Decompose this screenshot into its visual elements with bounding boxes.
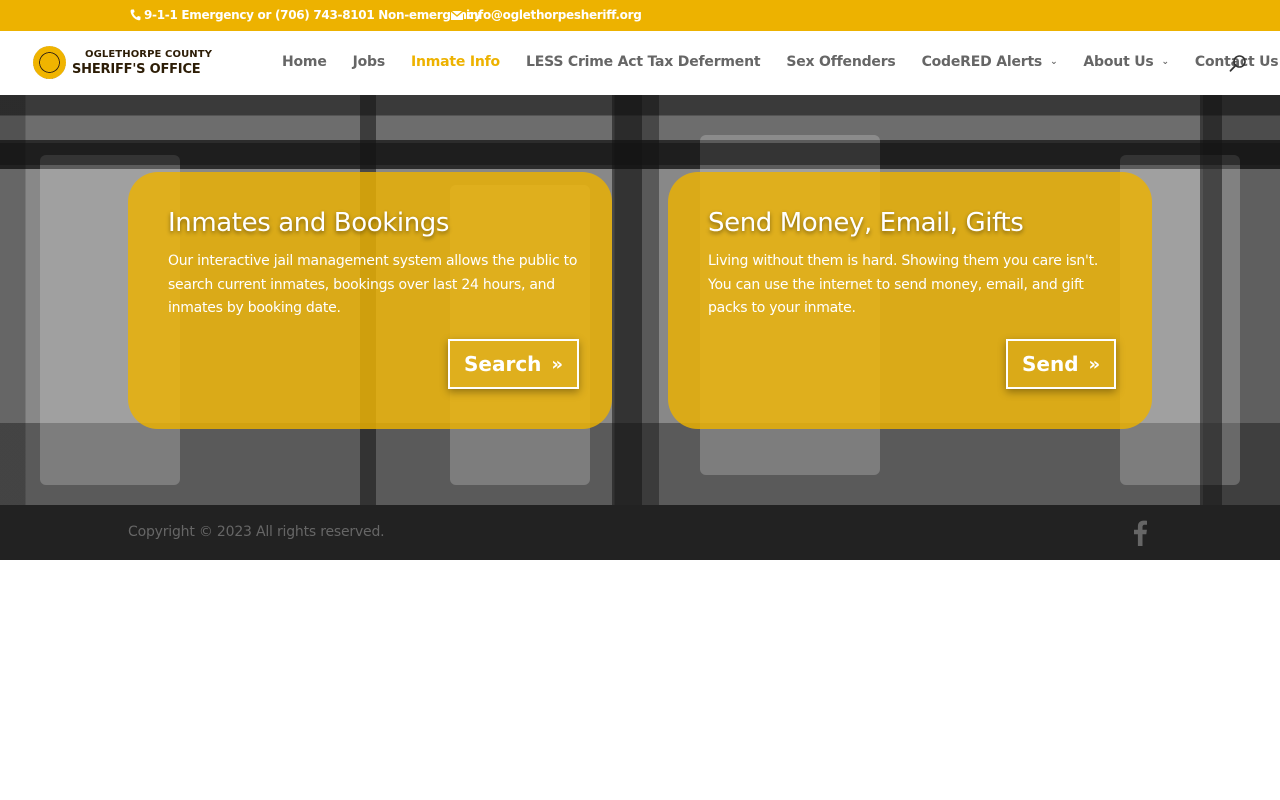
nav-inmate-info-label: Inmate Info bbox=[411, 54, 500, 70]
site-footer: Copyright © 2023 All rights reserved. bbox=[0, 505, 1280, 560]
nav-jobs-label: Jobs bbox=[352, 54, 386, 70]
window-bar bbox=[612, 95, 642, 505]
site-logo[interactable]: OGLETHORPE COUNTY SHERIFF'S OFFICE bbox=[33, 46, 212, 79]
nav-codered-alerts[interactable]: CodeRED Alerts ⌄ bbox=[922, 54, 1058, 70]
logo-line-2: SHERIFF'S OFFICE bbox=[72, 61, 201, 77]
double-chevron-right-icon: » bbox=[551, 353, 564, 375]
window-bar bbox=[1200, 95, 1222, 505]
hero-section: Inmates and Bookings Our interactive jai… bbox=[0, 95, 1280, 505]
send-button[interactable]: Send » bbox=[1006, 339, 1117, 389]
inmates-bookings-card: Inmates and Bookings Our interactive jai… bbox=[128, 172, 612, 429]
nav-sex-offenders-label: Sex Offenders bbox=[786, 54, 896, 70]
nav-inmate-info[interactable]: Inmate Info bbox=[411, 54, 500, 70]
nav-about-us[interactable]: About Us ⌄ bbox=[1083, 54, 1170, 70]
nav-home-label: Home bbox=[282, 54, 327, 70]
double-chevron-right-icon: » bbox=[1088, 353, 1101, 375]
nav-home[interactable]: Home bbox=[282, 54, 327, 70]
chevron-down-icon: ⌄ bbox=[1161, 57, 1170, 67]
card-title: Send Money, Email, Gifts bbox=[708, 208, 1024, 238]
site-header: OGLETHORPE COUNTY SHERIFF'S OFFICE Home … bbox=[0, 31, 1280, 95]
logo-line-1: OGLETHORPE COUNTY bbox=[85, 48, 213, 60]
sheriff-badge-icon bbox=[33, 46, 66, 79]
phone-text: 9-1-1 Emergency or (706) 743-8101 Non-em… bbox=[144, 8, 482, 22]
email-link[interactable]: info@oglethorpesheriff.org bbox=[451, 8, 642, 22]
envelope-icon bbox=[451, 10, 463, 20]
nav-less-crime-act[interactable]: LESS Crime Act Tax Deferment bbox=[525, 54, 761, 70]
top-bar: 9-1-1 Emergency or (706) 743-8101 Non-em… bbox=[0, 0, 1280, 31]
search-icon[interactable] bbox=[1228, 54, 1248, 74]
email-text: info@oglethorpesheriff.org bbox=[466, 8, 642, 22]
card-title: Inmates and Bookings bbox=[168, 208, 450, 238]
send-money-card: Send Money, Email, Gifts Living without … bbox=[668, 172, 1152, 429]
nav-sex-offenders[interactable]: Sex Offenders bbox=[786, 54, 895, 70]
search-button-label: Search bbox=[464, 352, 542, 376]
card-body: Our interactive jail management system a… bbox=[168, 253, 578, 316]
send-button-label: Send bbox=[1022, 352, 1079, 376]
main-nav: Home Jobs Inmate Info LESS Crime Act Tax… bbox=[282, 54, 1280, 70]
nav-codered-alerts-label: CodeRED Alerts bbox=[921, 54, 1043, 70]
phone-icon bbox=[130, 9, 141, 21]
facebook-icon[interactable] bbox=[1132, 520, 1148, 546]
search-button[interactable]: Search » bbox=[448, 339, 580, 389]
nav-jobs[interactable]: Jobs bbox=[352, 54, 386, 70]
chevron-down-icon: ⌄ bbox=[1050, 57, 1058, 67]
card-body: Living without them is hard. Showing the… bbox=[708, 253, 1099, 316]
emergency-phone[interactable]: 9-1-1 Emergency or (706) 743-8101 Non-em… bbox=[130, 8, 481, 22]
copyright-text: Copyright © 2023 All rights reserved. bbox=[128, 524, 385, 540]
nav-about-us-label: About Us bbox=[1083, 54, 1154, 70]
nav-less-crime-act-label: LESS Crime Act Tax Deferment bbox=[525, 54, 761, 70]
